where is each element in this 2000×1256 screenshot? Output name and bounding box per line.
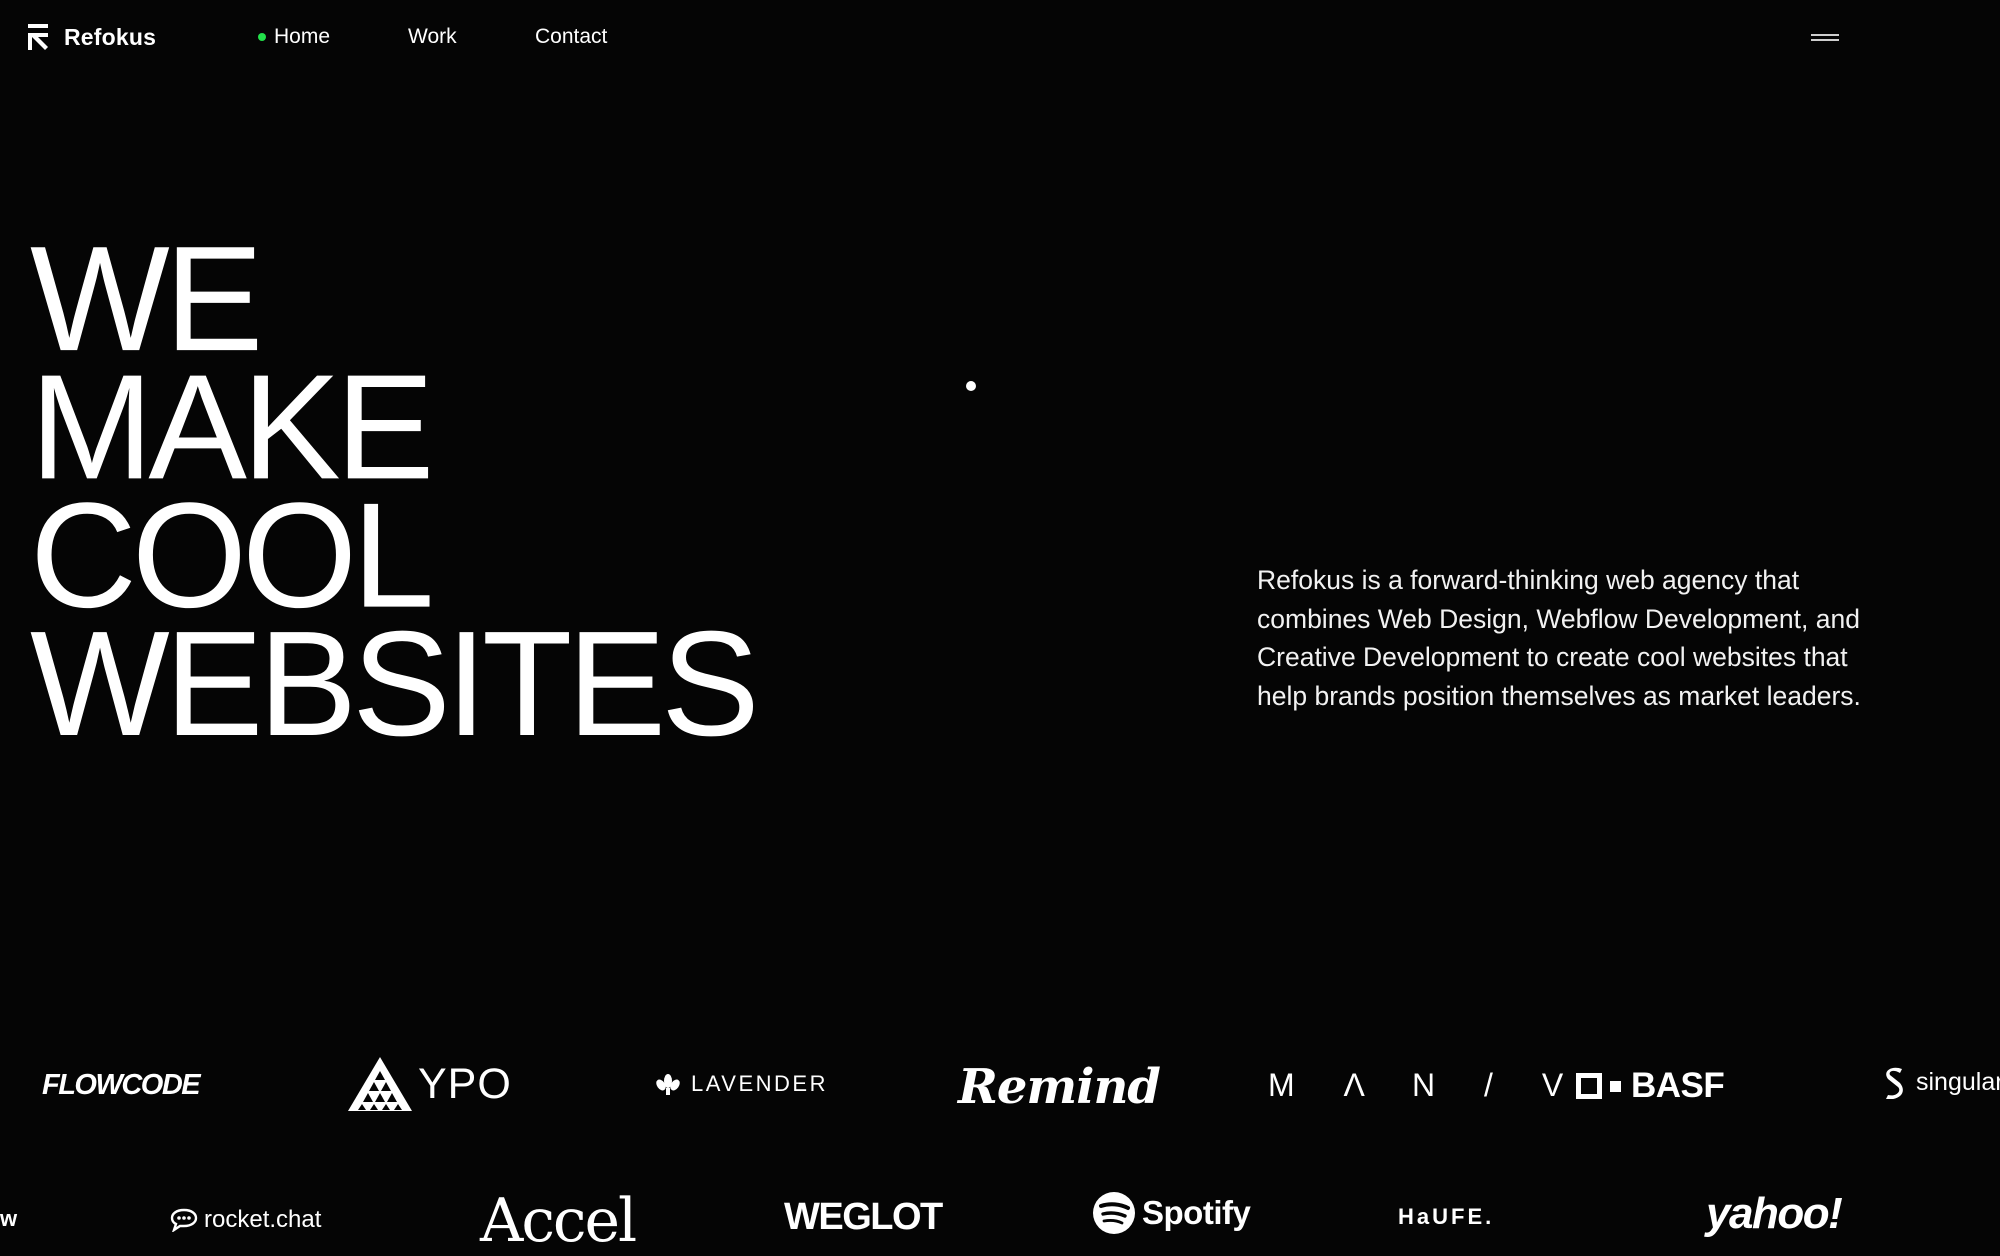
cursor-dot — [966, 381, 976, 391]
active-indicator-dot — [258, 33, 266, 41]
hamburger-line-bottom — [1811, 39, 1839, 41]
agency-intro-text: Refokus is a forward-thinking web agency… — [1257, 565, 1861, 711]
client-logo-maniv-text: M Λ N / V — [1268, 1067, 1584, 1103]
client-logo-maniv: M Λ N / V — [1268, 1067, 1583, 1104]
brand-logo-link[interactable]: Refokus — [28, 22, 156, 52]
singular-s-icon — [1886, 1067, 1903, 1099]
client-logo-weglot: WEGLOT — [784, 1196, 943, 1239]
client-logo-weglot-text: WEGLOT — [784, 1196, 943, 1238]
nav-link-home-label: Home — [274, 25, 331, 48]
brand-name: Refokus — [64, 23, 157, 50]
hamburger-line-top — [1811, 34, 1839, 36]
client-logo-lavender-text: LAVENDER — [691, 1071, 828, 1096]
nav-link-work-label: Work — [408, 25, 457, 48]
client-logo-haufe-text: HaUFE. — [1398, 1204, 1495, 1229]
nav-link-home[interactable]: Home — [258, 25, 408, 49]
chat-bubble-icon — [170, 1208, 198, 1232]
basf-small-square-icon — [1610, 1080, 1621, 1092]
hamburger-menu-button[interactable] — [1806, 26, 1844, 48]
client-logo-basf: BASF — [1576, 1066, 1725, 1106]
client-logo-ypo-text: YPO — [418, 1059, 512, 1108]
main-menu: Home Work Contact — [258, 22, 607, 52]
nav-link-contact[interactable]: Contact — [535, 25, 607, 49]
nav-link-contact-label: Contact — [535, 25, 608, 48]
ypo-triangle-icon — [348, 1057, 412, 1111]
client-logos-row-2: w rocket.chat Accel WEGLOT Spotify HaUFE… — [0, 1186, 2000, 1256]
client-logo-remind: Remind — [958, 1059, 1161, 1115]
client-logo-ypo: YPO — [346, 1055, 512, 1113]
hero-headline-line-4: WEBSITES — [30, 600, 760, 768]
client-logo-flowcode-text: FLOWCODE — [42, 1069, 201, 1101]
client-logo-basf-text: BASF — [1631, 1066, 1725, 1105]
nav-link-work[interactable]: Work — [408, 25, 535, 49]
client-logo-singular: singular — [1880, 1065, 2000, 1099]
top-navigation: Refokus Home Work Contact — [0, 0, 2000, 74]
basf-square-icon — [1576, 1073, 1602, 1099]
client-logo-haufe: HaUFE. — [1398, 1204, 1494, 1230]
client-logos-row-1: FLOWCODE YPO LAVENDER Remind M Λ N / V B… — [0, 1047, 2000, 1117]
client-logo-flowcode: FLOWCODE — [42, 1069, 201, 1102]
client-logo-singular-text: singular — [1916, 1067, 2000, 1096]
client-logo-remind-text: Remind — [958, 1059, 1161, 1115]
client-logo-accel-text: Accel — [480, 1186, 637, 1256]
client-logo-rocketchat: rocket.chat — [170, 1206, 321, 1234]
hero-headline: WE MAKE COOL WEBSITES — [30, 224, 760, 768]
client-logo-partial-w-text: w — [0, 1206, 18, 1231]
lavender-flower-icon — [656, 1074, 680, 1095]
client-logo-partial-w: w — [0, 1206, 17, 1232]
client-logo-spotify-text: Spotify — [1142, 1194, 1251, 1231]
refokus-logo-icon — [28, 24, 48, 50]
client-logo-yahoo: yahoo! — [1706, 1189, 1843, 1239]
client-logo-yahoo-text: yahoo! — [1706, 1189, 1843, 1238]
spotify-icon — [1093, 1192, 1135, 1234]
client-logo-spotify: Spotify — [1092, 1191, 1251, 1235]
client-logo-lavender: LAVENDER — [655, 1071, 828, 1097]
client-logo-rocketchat-text: rocket.chat — [204, 1206, 322, 1233]
client-logo-accel: Accel — [480, 1186, 637, 1256]
